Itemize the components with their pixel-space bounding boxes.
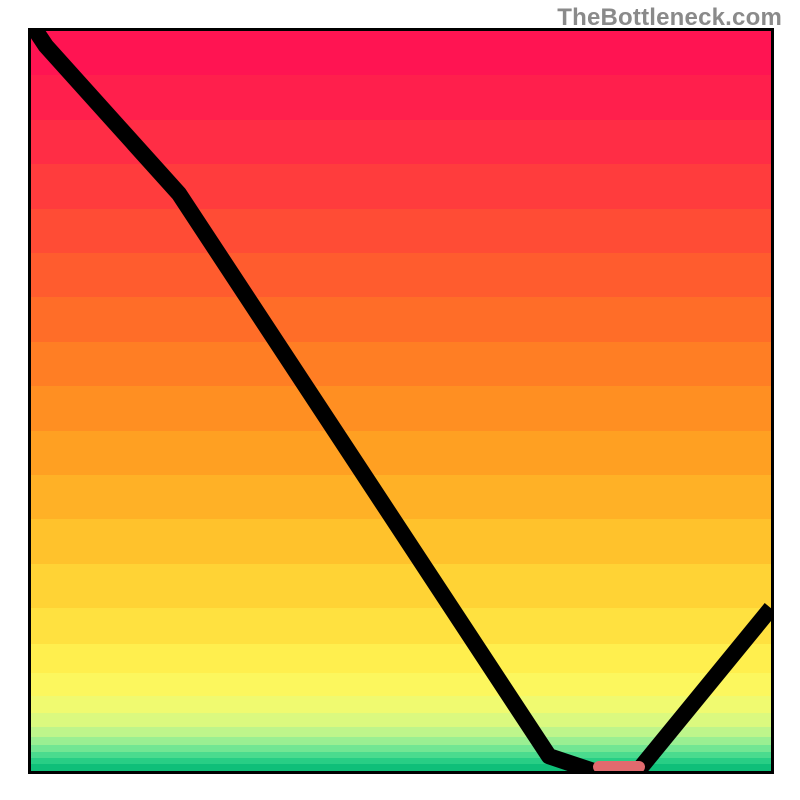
optimal-range-marker <box>593 761 645 773</box>
chart-stage: TheBottleneck.com <box>0 0 800 800</box>
bottleneck-curve <box>31 31 771 771</box>
plot-area <box>28 28 774 774</box>
